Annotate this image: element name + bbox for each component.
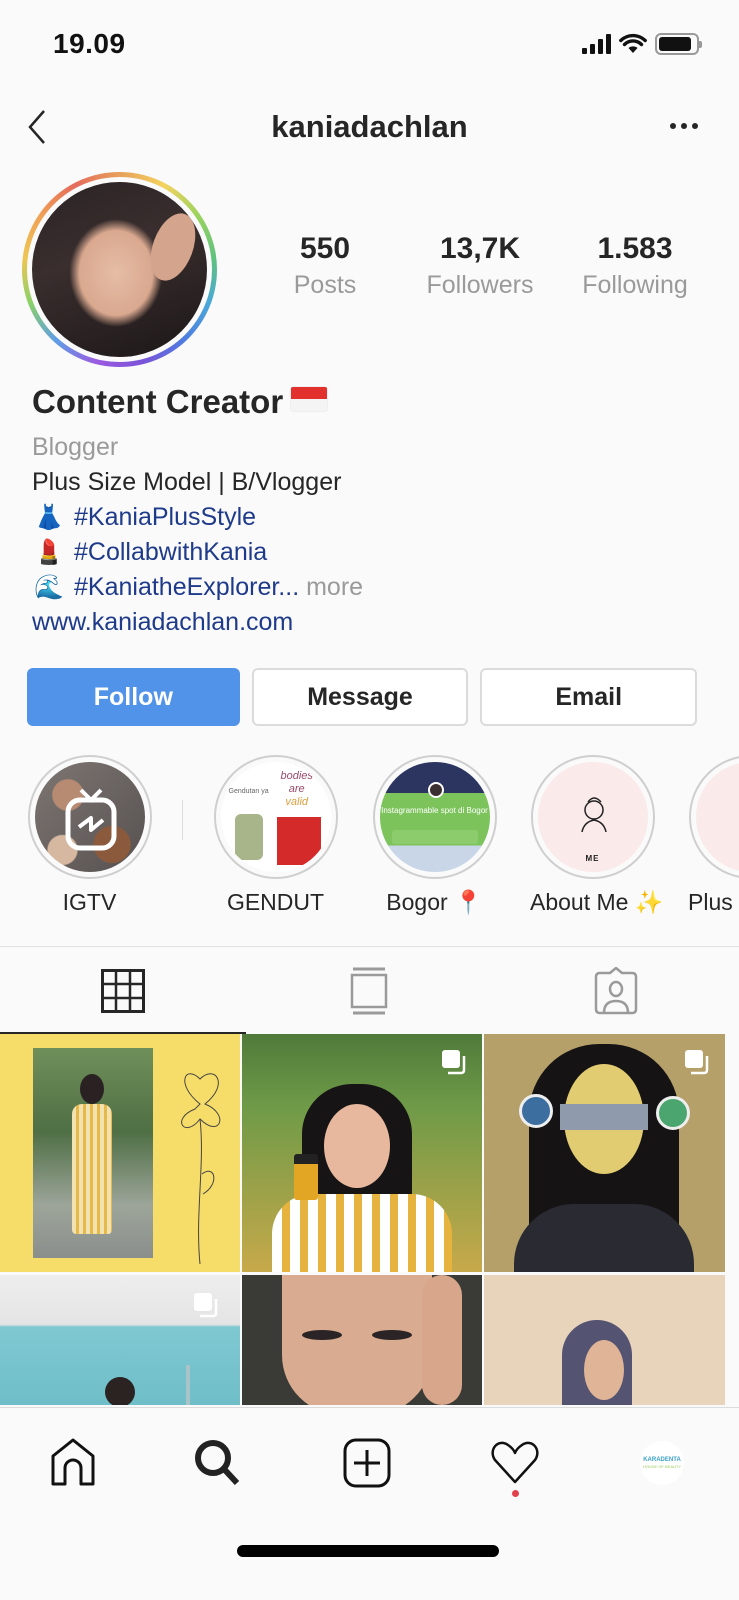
- post-thumbnail[interactable]: [242, 1034, 482, 1272]
- igtv-icon: [65, 788, 116, 851]
- hashtag-link[interactable]: #KaniaPlusStyle: [74, 503, 256, 531]
- profile-name-text: Content Creator: [32, 383, 284, 420]
- bio-hashtag-line: 💄 #CollabwithKania: [32, 535, 712, 570]
- avatar-logo-text: KARADENTA: [643, 1457, 681, 1463]
- posts-count[interactable]: 550 Posts: [250, 230, 400, 302]
- profile-category: Blogger: [32, 433, 119, 461]
- bio-more-link[interactable]: more: [306, 573, 363, 601]
- highlight-label: About Me ✨: [530, 889, 664, 915]
- home-indicator[interactable]: [237, 1545, 499, 1557]
- stat-label: Following: [582, 271, 688, 299]
- profile-header: kaniadachlan: [0, 95, 739, 165]
- heart-icon: [491, 1441, 539, 1484]
- tab-tagged[interactable]: [493, 947, 739, 1034]
- multiple-photos-icon: [442, 1050, 466, 1075]
- highlight-label: Plus: [688, 889, 733, 915]
- post-thumbnail[interactable]: [242, 1275, 482, 1405]
- more-options-button[interactable]: [659, 111, 709, 141]
- bottom-navigation: KARADENTA HOUSE OF BEAUTY: [0, 1407, 739, 1600]
- lipstick-emoji-icon: 💄: [34, 539, 64, 566]
- bio-hashtag-line: 🌊 #KaniatheExplorer... more: [32, 570, 712, 605]
- battery-icon: [655, 33, 702, 55]
- profile-avatar: [32, 182, 207, 357]
- cellular-signal-icon: [582, 34, 611, 54]
- nav-activity[interactable]: [485, 1433, 545, 1493]
- highlight-cover: ME: [537, 762, 648, 872]
- nav-search[interactable]: [188, 1433, 248, 1493]
- highlight-gendut[interactable]: bodies are valid Gendutan ya GENDUT: [213, 755, 338, 917]
- grid-icon: [101, 968, 146, 1013]
- hashtag-link[interactable]: #CollabwithKania: [74, 538, 267, 566]
- tab-igtv[interactable]: [246, 947, 492, 1034]
- highlight-cover: [695, 762, 739, 872]
- highlight-plus[interactable]: Plus: [688, 755, 739, 917]
- wave-emoji-icon: 🌊: [34, 574, 64, 601]
- highlight-cover: [34, 762, 145, 872]
- following-count[interactable]: 1.583 Following: [560, 230, 710, 302]
- highlight-bogor[interactable]: Instagrammable spot di Bogor Bogor 📍: [372, 755, 497, 917]
- avatar-logo-subtext: HOUSE OF BEAUTY: [642, 1464, 681, 1469]
- email-button[interactable]: Email: [480, 668, 698, 726]
- profile-bio: Content Creator Blogger Plus Size Model …: [32, 380, 712, 640]
- profile-avatar-story-ring[interactable]: [22, 172, 217, 367]
- highlight-label: IGTV: [62, 889, 117, 915]
- nav-home[interactable]: [43, 1433, 103, 1493]
- post-thumbnail[interactable]: [484, 1275, 725, 1405]
- highlight-cover: bodies are valid Gendutan ya: [220, 762, 331, 872]
- highlight-label: Bogor 📍: [386, 889, 483, 915]
- post-thumbnail[interactable]: [484, 1034, 725, 1272]
- highlight-cover: Instagrammable spot di Bogor: [379, 762, 490, 872]
- tagged-person-icon: [594, 966, 638, 1014]
- status-bar: 19.09: [0, 0, 739, 90]
- followers-count[interactable]: 13,7K Followers: [405, 230, 555, 302]
- stat-value: 1.583: [597, 232, 673, 265]
- profile-tabs: [0, 946, 739, 1034]
- highlight-label: GENDUT: [226, 889, 325, 915]
- hashtag-link[interactable]: #KaniatheExplorer...: [74, 573, 299, 601]
- stat-value: 13,7K: [439, 232, 521, 265]
- profile-actions: Follow Message Email: [27, 668, 698, 726]
- highlight-about-me[interactable]: ME About Me ✨: [530, 755, 664, 917]
- website-link[interactable]: www.kaniadachlan.com: [32, 605, 712, 640]
- stat-label: Posts: [293, 271, 357, 299]
- bio-text: Plus Size Model | B/Vlogger: [32, 468, 342, 496]
- highlight-igtv[interactable]: IGTV: [27, 755, 152, 917]
- igtv-feed-icon: [351, 967, 388, 1014]
- profile-username: kaniadachlan: [271, 109, 468, 144]
- multiple-photos-icon: [685, 1050, 709, 1075]
- message-button[interactable]: Message: [251, 668, 469, 726]
- status-icons: [582, 33, 702, 55]
- highlight-divider: [182, 800, 183, 840]
- stat-label: Followers: [426, 271, 534, 299]
- profile-avatar-small: KARADENTA HOUSE OF BEAUTY: [640, 1441, 684, 1485]
- notification-dot: [512, 1490, 519, 1497]
- nav-profile[interactable]: KARADENTA HOUSE OF BEAUTY: [632, 1433, 692, 1493]
- bio-hashtag-line: 👗 #KaniaPlusStyle: [32, 500, 712, 535]
- profile-stats: 550 Posts 13,7K Followers 1.583 Followin…: [250, 230, 710, 302]
- stat-value: 550: [299, 232, 351, 265]
- indonesia-flag-icon: [291, 387, 328, 411]
- post-thumbnail[interactable]: [0, 1275, 240, 1405]
- nav-new-post[interactable]: [337, 1433, 397, 1493]
- wifi-icon: [619, 33, 647, 53]
- add-post-icon: [343, 1438, 391, 1488]
- dress-emoji-icon: 👗: [34, 504, 64, 531]
- highlight-cover-text: Instagrammable spot di Bogor: [381, 806, 488, 815]
- ellipsis-icon: [670, 123, 676, 129]
- highlight-cover-text: ME: [585, 854, 600, 863]
- multiple-photos-icon: [194, 1293, 218, 1318]
- follow-button[interactable]: Follow: [27, 668, 240, 726]
- flower-sketch: [181, 1073, 221, 1264]
- story-highlights: IGTV bodies are valid Gendutan ya GENDUT I…: [0, 755, 739, 925]
- search-icon: [195, 1440, 240, 1486]
- posts-grid: [0, 1034, 739, 1405]
- status-time: 19.09: [53, 28, 126, 59]
- tab-grid[interactable]: [0, 947, 247, 1034]
- profile-name: Content Creator: [32, 380, 712, 424]
- post-thumbnail[interactable]: [0, 1034, 240, 1272]
- home-icon: [51, 1438, 95, 1486]
